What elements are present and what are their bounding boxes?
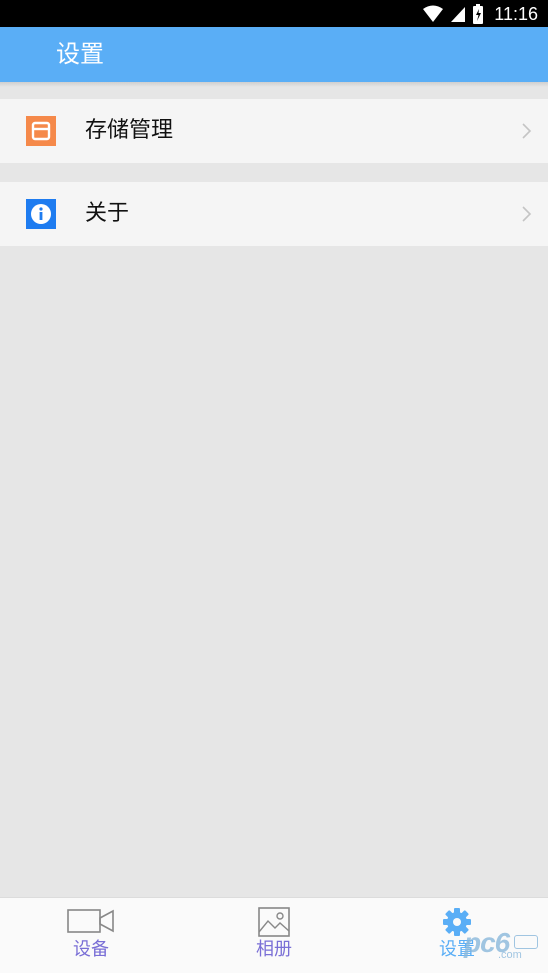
settings-item-about[interactable]: 关于	[0, 182, 548, 246]
settings-item-storage[interactable]: 存储管理	[0, 99, 548, 163]
info-icon	[26, 199, 56, 229]
wifi-icon	[423, 5, 444, 22]
app-bar-shadow	[0, 82, 548, 87]
watermark-logo: pc6 .com	[454, 927, 540, 965]
chevron-right-icon	[522, 206, 532, 222]
battery-icon	[473, 4, 484, 24]
settings-item-label: 关于	[85, 201, 130, 226]
photo-icon	[258, 907, 290, 937]
nav-tab-devices[interactable]: 设备	[0, 898, 182, 973]
nav-tab-album[interactable]: 相册	[183, 898, 365, 973]
video-camera-icon	[67, 909, 114, 933]
status-bar: 11:16	[0, 0, 548, 27]
status-time: 11:16	[494, 3, 538, 24]
watermark-suffix: .com	[498, 949, 522, 961]
nav-label: 相册	[256, 939, 292, 960]
cell-signal-icon	[451, 7, 466, 22]
storage-icon	[26, 116, 56, 146]
app-bar: 设置	[0, 27, 548, 82]
watermark-badge	[514, 935, 538, 949]
page-title: 设置	[56, 40, 104, 68]
status-icons: 11:16	[422, 3, 538, 25]
settings-item-label: 存储管理	[85, 118, 174, 143]
chevron-right-icon	[522, 123, 532, 139]
nav-label: 设备	[73, 939, 109, 960]
